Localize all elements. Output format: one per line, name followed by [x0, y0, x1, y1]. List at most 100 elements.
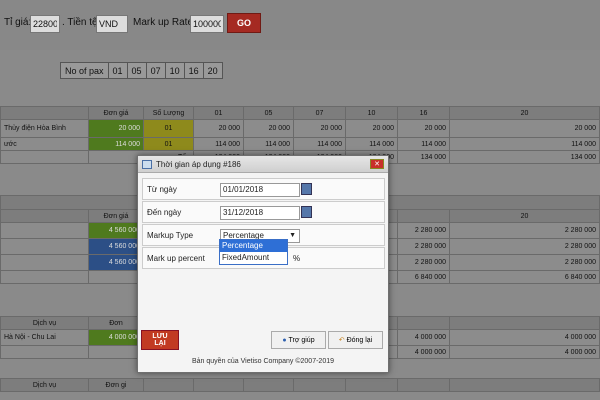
close-icon[interactable]: ✕	[370, 159, 384, 169]
t1-h7: 16	[397, 106, 450, 120]
t3-h0: Dịch vụ	[0, 316, 89, 330]
t2-h0	[0, 209, 89, 223]
dialog-title: Thời gian áp dụng #186	[156, 160, 241, 169]
price-input[interactable]: 114 000	[88, 137, 144, 151]
rate-input[interactable]	[30, 15, 60, 33]
from-date-input[interactable]: 01/01/2018	[220, 183, 300, 197]
option-fixed-amount[interactable]: FixedAmount	[220, 252, 287, 264]
table-row: Thủy điện Hòa Bình 20 000 01 20 000 20 0…	[0, 119, 600, 138]
cell: 2 280 000	[397, 222, 450, 239]
back-icon: ↶	[338, 337, 345, 344]
price-input[interactable]: 4 560 000	[88, 254, 144, 271]
price-input[interactable]: 4 000 000	[88, 329, 144, 346]
cell: 4 000 000	[449, 329, 600, 346]
rate-label: Tỉ giá:	[4, 17, 32, 28]
help-icon: ●	[282, 336, 287, 344]
markup-percent-label: Mark up percent	[147, 254, 205, 263]
calendar-icon[interactable]	[301, 206, 312, 218]
markup-type-label: Markup Type	[147, 231, 194, 240]
copyright: Bản quyền của Vietiso Company ©2007-2019	[191, 358, 334, 365]
cell: 6 840 000	[449, 270, 600, 284]
pax-table: No of pax 01 05 07 10 16 20	[60, 62, 223, 79]
price-input[interactable]: 20 000	[88, 119, 144, 138]
markup-type-options: Percentage FixedAmount	[219, 239, 288, 265]
cell: 134 000	[397, 150, 450, 164]
t2-h8: 20	[449, 209, 600, 223]
cell: 20 000	[397, 119, 450, 138]
t2-h1: Đơn giá	[88, 209, 144, 223]
cell: 114 000	[397, 137, 450, 151]
currency-label: . Tiền tệ:	[62, 17, 101, 28]
from-date-row: Từ ngày 01/01/2018	[142, 178, 385, 200]
pax-05[interactable]: 05	[126, 62, 147, 79]
cell: 114 000	[449, 137, 600, 151]
help-label: Trợ giúp	[288, 336, 315, 344]
markup-rate-input[interactable]	[190, 15, 224, 33]
t1-h4: 05	[243, 106, 294, 120]
cell: 6 840 000	[397, 270, 450, 284]
service-name: Hà Nội - Chu Lai	[0, 329, 89, 346]
t1-h3: 01	[193, 106, 244, 120]
price-table-4: Dịch vụ Đơn gi	[0, 378, 600, 392]
qty-input[interactable]: 01	[143, 119, 194, 138]
to-date-row: Đến ngày 31/12/2018	[142, 201, 385, 223]
save-button[interactable]: LƯU LẠI	[141, 330, 179, 350]
price-input[interactable]: 4 560 000	[88, 222, 144, 239]
price-input[interactable]: 4 560 000	[88, 238, 144, 255]
cell: 20 000	[193, 119, 244, 138]
to-date-input[interactable]: 31/12/2018	[220, 206, 300, 220]
cell: 114 000	[243, 137, 294, 151]
cell: 2 280 000	[397, 238, 450, 255]
go-button[interactable]: GO	[227, 13, 261, 33]
dialog-titlebar: Thời gian áp dụng #186 ✕	[138, 156, 388, 173]
currency-select[interactable]	[96, 15, 128, 33]
cell: 134 000	[449, 150, 600, 164]
cell: 4 000 000	[397, 345, 450, 359]
pax-16[interactable]: 16	[183, 62, 204, 79]
t1-h0	[0, 106, 89, 120]
pax-01[interactable]: 01	[107, 62, 128, 79]
cell	[0, 254, 89, 271]
toolbar: Tỉ giá: . Tiền tệ: Mark up Rate: GO	[0, 0, 600, 50]
pax-07[interactable]: 07	[145, 62, 166, 79]
markup-rate-label: Mark up Rate:	[133, 17, 196, 28]
pax-10[interactable]: 10	[164, 62, 185, 79]
t1-h5: 07	[293, 106, 346, 120]
cell: 114 000	[193, 137, 244, 151]
percent-sign: %	[293, 254, 301, 263]
t1-h6: 10	[345, 106, 398, 120]
cell: 20 000	[293, 119, 346, 138]
cell: 114 000	[345, 137, 398, 151]
t3-h1: Đơn	[88, 316, 144, 330]
cell: 2 280 000	[449, 222, 600, 239]
option-percentage[interactable]: Percentage	[220, 240, 287, 252]
calendar-icon[interactable]	[301, 183, 312, 195]
pax-label: No of pax	[60, 62, 109, 79]
close-button[interactable]: ↶ Đóng lại	[328, 331, 383, 349]
t1-h2: Số Lượng	[143, 106, 194, 120]
cell	[0, 222, 89, 239]
close-label: Đóng lại	[346, 337, 373, 344]
cell: 4 000 000	[397, 329, 450, 346]
qty-input[interactable]: 01	[143, 137, 194, 151]
t1-h1: Đơn giá	[88, 106, 144, 120]
from-date-label: Từ ngày	[147, 185, 177, 194]
cell: 20 000	[449, 119, 600, 138]
cell: 4 000 000	[449, 345, 600, 359]
cell: 20 000	[243, 119, 294, 138]
service-name: ước	[0, 137, 89, 151]
t4-h0: Dịch vụ	[0, 378, 89, 392]
help-button[interactable]: ● Trợ giúp	[271, 331, 326, 349]
t4-h1: Đơn gi	[88, 378, 144, 392]
to-date-label: Đến ngày	[147, 208, 182, 217]
table-row: ước 114 000 01 114 000 114 000 114 000 1…	[0, 137, 600, 151]
t1-h8: 20	[449, 106, 600, 120]
cell: 2 280 000	[449, 238, 600, 255]
window-icon	[142, 160, 152, 169]
pax-20[interactable]: 20	[202, 62, 223, 79]
cell: 20 000	[345, 119, 398, 138]
service-name: Thủy điện Hòa Bình	[0, 119, 89, 138]
cell: 114 000	[293, 137, 346, 151]
chevron-down-icon: ▼	[289, 232, 296, 239]
cell	[0, 238, 89, 255]
